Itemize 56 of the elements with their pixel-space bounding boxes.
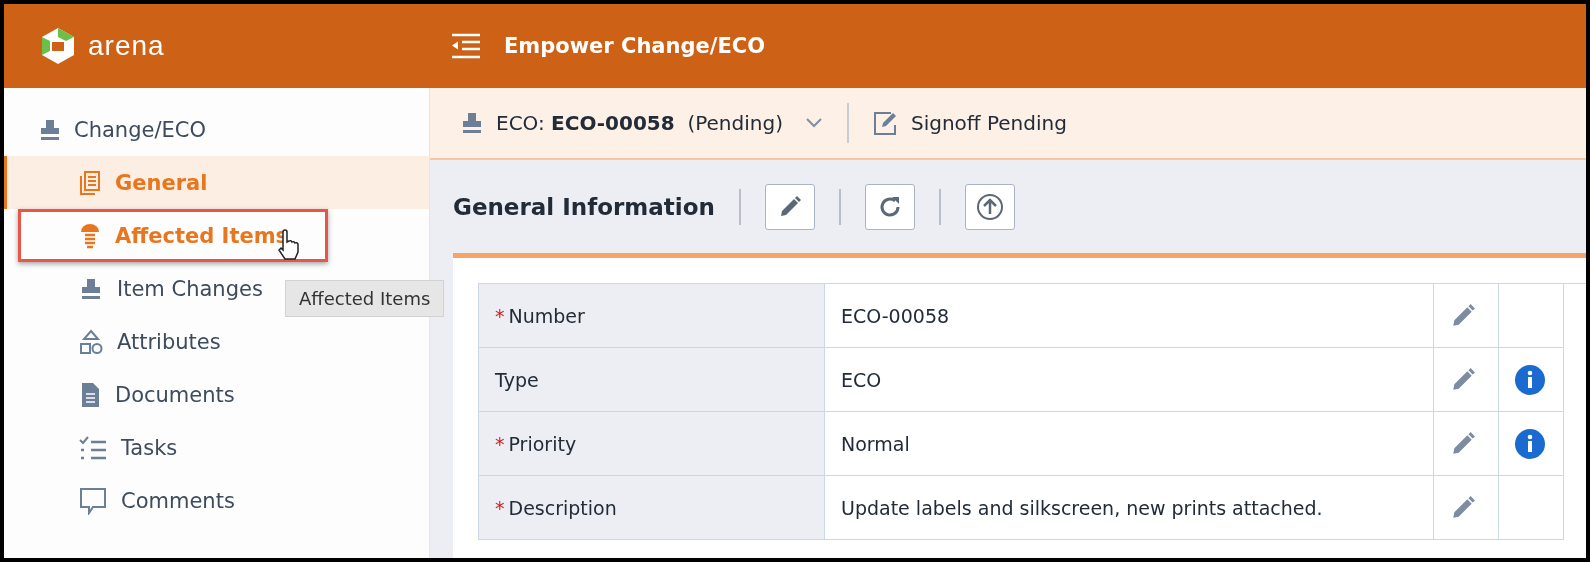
stamp-icon bbox=[79, 276, 103, 301]
field-label-cell: * Priority bbox=[479, 412, 825, 476]
edit-cell[interactable] bbox=[1434, 412, 1499, 476]
pages-icon bbox=[79, 169, 101, 196]
pencil-icon bbox=[1450, 494, 1476, 521]
required-marker: * bbox=[495, 496, 505, 519]
sidebar-item-label: Tasks bbox=[121, 435, 178, 460]
field-value-cell: ECO-00058 bbox=[825, 284, 1434, 348]
field-value-cell: Normal bbox=[825, 412, 1434, 476]
logo-text: arena bbox=[88, 30, 165, 62]
document-icon bbox=[79, 381, 101, 408]
pencil-icon bbox=[1450, 430, 1476, 457]
screw-icon bbox=[79, 222, 101, 249]
sidebar-item[interactable]: Documents bbox=[4, 368, 429, 421]
field-label-cell: * Description bbox=[479, 476, 825, 540]
pencil-icon bbox=[1450, 366, 1476, 393]
sidebar-item[interactable]: Attributes bbox=[4, 315, 429, 368]
field-value-cell: Update labels and silkscreen, new prints attached. bbox=[825, 476, 1434, 540]
edit-cell[interactable] bbox=[1434, 284, 1499, 348]
field-label-cell: Type bbox=[479, 348, 825, 412]
signoff-status: Signoff Pending bbox=[910, 111, 1067, 135]
sidebar-item[interactable]: Tasks bbox=[4, 421, 429, 474]
info-cell[interactable] bbox=[1499, 348, 1564, 412]
section-title: General Information bbox=[453, 193, 715, 220]
edit-cell[interactable] bbox=[1434, 476, 1499, 540]
edit-document-icon bbox=[872, 110, 899, 136]
record-label: ECO: ECO-00058 (Pending) bbox=[496, 111, 783, 135]
pencil-icon bbox=[1450, 302, 1476, 329]
sidebar-item-label: General bbox=[115, 170, 208, 195]
shapes-icon bbox=[79, 328, 103, 355]
upload-button[interactable] bbox=[964, 183, 1015, 230]
info-cell[interactable] bbox=[1499, 412, 1564, 476]
stamp-icon bbox=[38, 118, 62, 142]
edit-cell[interactable] bbox=[1434, 348, 1499, 412]
field-value-cell: ECO bbox=[825, 348, 1434, 412]
caret-icon[interactable] bbox=[804, 117, 823, 129]
sidebar-item-label: Item Changes bbox=[117, 276, 263, 301]
task-list-icon bbox=[79, 435, 107, 460]
field-label-cell: * Number bbox=[479, 284, 825, 348]
sidebar-heading: Change/ECO bbox=[74, 118, 206, 142]
tooltip: Affected Items bbox=[285, 280, 445, 317]
sidebar-item[interactable]: Comments bbox=[4, 474, 429, 527]
up-arrow-circle-icon bbox=[975, 192, 1004, 221]
required-marker: * bbox=[495, 432, 505, 455]
required-marker: * bbox=[495, 304, 505, 327]
page-title: Empower Change/ECO bbox=[504, 34, 766, 58]
sidebar-item-label: Comments bbox=[121, 488, 235, 513]
info-icon[interactable] bbox=[1515, 428, 1545, 459]
comment-icon bbox=[79, 486, 107, 515]
stamp-icon bbox=[460, 111, 484, 135]
info-icon[interactable] bbox=[1515, 364, 1545, 395]
menu-icon[interactable] bbox=[450, 33, 482, 59]
edit-button[interactable] bbox=[764, 183, 815, 230]
refresh-button[interactable] bbox=[864, 183, 915, 230]
sidebar-item-label: Attributes bbox=[117, 329, 221, 354]
sidebar-item-label: Documents bbox=[115, 382, 235, 407]
